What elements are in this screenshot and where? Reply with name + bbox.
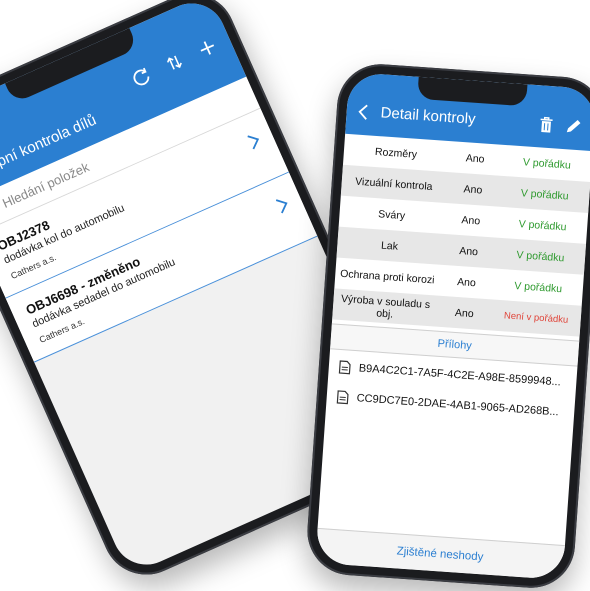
back-icon[interactable] — [356, 103, 369, 122]
sort-icon[interactable] — [161, 49, 187, 75]
document-icon — [336, 390, 349, 405]
check-status: V pořádku — [513, 279, 563, 295]
chevron-right-icon — [247, 135, 260, 150]
check-answer: Ano — [456, 275, 477, 289]
check-answer: Ano — [465, 151, 485, 166]
document-icon — [338, 360, 351, 375]
check-name: Lak — [380, 239, 399, 253]
check-answer: Ano — [458, 244, 479, 258]
check-status: V pořádku — [522, 155, 572, 172]
checks-table: Rozměry Ano V pořádku Vizuální kontrola … — [332, 134, 590, 337]
tab-zjistene-neshody[interactable]: Zjištěné neshody — [315, 527, 565, 581]
check-status: V pořádku — [518, 217, 567, 233]
check-answer: Ano — [454, 306, 475, 320]
edit-icon[interactable] — [564, 117, 583, 136]
check-status: Není v pořádku — [503, 310, 569, 326]
check-name: Rozměry — [374, 145, 418, 161]
page-title: Detail kontroly — [380, 104, 477, 128]
check-name: Ochrana proti korozi — [339, 267, 435, 286]
check-status: V pořádku — [520, 186, 570, 203]
check-answer: Ano — [461, 213, 481, 227]
attachment-name: CC9DC7E0-2DAE-4AB1-9065-AD268B... — [356, 392, 560, 419]
chevron-right-icon — [275, 199, 288, 214]
trash-icon[interactable] — [538, 115, 555, 134]
right-phone-screen: Detail kontroly Rozměry Ano V pořádku Vi… — [315, 71, 590, 581]
add-icon[interactable] — [194, 35, 220, 61]
check-name: Sváry — [377, 207, 406, 222]
check-name: Výroba v souladu s obj. — [340, 292, 431, 321]
check-answer: Ano — [463, 182, 483, 196]
header-actions — [128, 35, 220, 91]
right-phone: Detail kontroly Rozměry Ano V pořádku Vi… — [304, 61, 590, 591]
check-name: Vizuální kontrola — [354, 175, 433, 193]
refresh-icon[interactable] — [128, 64, 154, 90]
check-status: V pořádku — [516, 248, 565, 264]
